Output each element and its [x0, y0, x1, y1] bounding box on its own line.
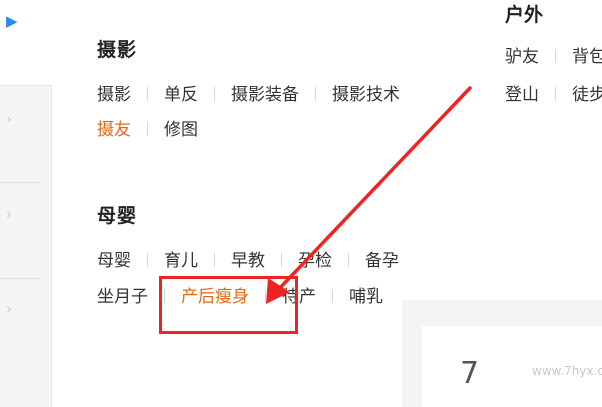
- nav-item[interactable]: ›: [0, 110, 52, 140]
- tag-link-hot[interactable]: 摄友: [97, 120, 131, 140]
- tag-link[interactable]: 坐月子: [97, 287, 148, 307]
- chevron-right-icon: ›: [6, 300, 12, 318]
- divider: [147, 122, 148, 136]
- divider: [214, 87, 215, 101]
- maternity-row-1: 母婴 育儿 早教 孕检 备孕: [97, 250, 399, 272]
- divider: [332, 289, 333, 303]
- category-title-maternity: 母婴: [97, 205, 138, 227]
- chevron-right-icon: ▶: [6, 12, 18, 30]
- photography-row-1: 摄影 单反 摄影装备 摄影技术: [97, 84, 400, 106]
- category-title-photography: 摄影: [97, 39, 138, 61]
- chevron-right-icon: ›: [6, 205, 12, 223]
- divider: [555, 87, 556, 101]
- divider: [214, 253, 215, 267]
- tag-link[interactable]: 背包: [572, 47, 602, 67]
- nav-item-active[interactable]: ▶: [0, 0, 52, 86]
- divider: [147, 87, 148, 101]
- divider: [147, 253, 148, 267]
- nav-item[interactable]: ›: [0, 205, 52, 235]
- divider: [348, 253, 349, 267]
- tag-link[interactable]: 备孕: [365, 251, 399, 271]
- watermark-number: 7: [460, 356, 480, 391]
- tag-link[interactable]: 单反: [164, 85, 198, 105]
- outdoor-row-1: 驴友 背包: [505, 46, 602, 68]
- category-panel: ▶ › › › 摄影 摄影 单反 摄影装备 摄影技术 摄友 修图 母婴 母婴 育儿 早教 孕检…: [0, 0, 602, 407]
- tag-link[interactable]: 徒步: [572, 85, 602, 105]
- left-nav-rail: ▶ › › ›: [0, 0, 52, 407]
- divider: [555, 49, 556, 63]
- nav-divider: [0, 278, 42, 279]
- tag-link[interactable]: 驴友: [505, 47, 539, 67]
- category-title-outdoor: 户外: [505, 4, 544, 26]
- tag-link[interactable]: 摄影装备: [231, 85, 299, 105]
- outdoor-row-2: 登山 徒步: [505, 84, 602, 106]
- annotation-highlight-box: [159, 276, 298, 334]
- tag-link[interactable]: 摄影技术: [332, 85, 400, 105]
- divider: [315, 87, 316, 101]
- ad-inner: 7 www.7hyx.com: [422, 326, 602, 407]
- tag-link[interactable]: 摄影: [97, 85, 131, 105]
- nav-item[interactable]: ›: [0, 300, 52, 330]
- watermark-url: www.7hyx.com: [532, 364, 602, 378]
- chevron-right-icon: ›: [6, 110, 12, 128]
- ad-panel: 7 www.7hyx.com: [402, 300, 602, 407]
- divider: [281, 253, 282, 267]
- tag-link[interactable]: 修图: [164, 120, 198, 140]
- tag-link[interactable]: 哺乳: [349, 287, 383, 307]
- tag-link[interactable]: 登山: [505, 85, 539, 105]
- photography-row-2: 摄友 修图: [97, 119, 198, 141]
- tag-link[interactable]: 早教: [231, 251, 265, 271]
- nav-divider: [0, 182, 42, 183]
- tag-link[interactable]: 育儿: [164, 251, 198, 271]
- tag-link[interactable]: 孕检: [298, 251, 332, 271]
- tag-link[interactable]: 母婴: [97, 251, 131, 271]
